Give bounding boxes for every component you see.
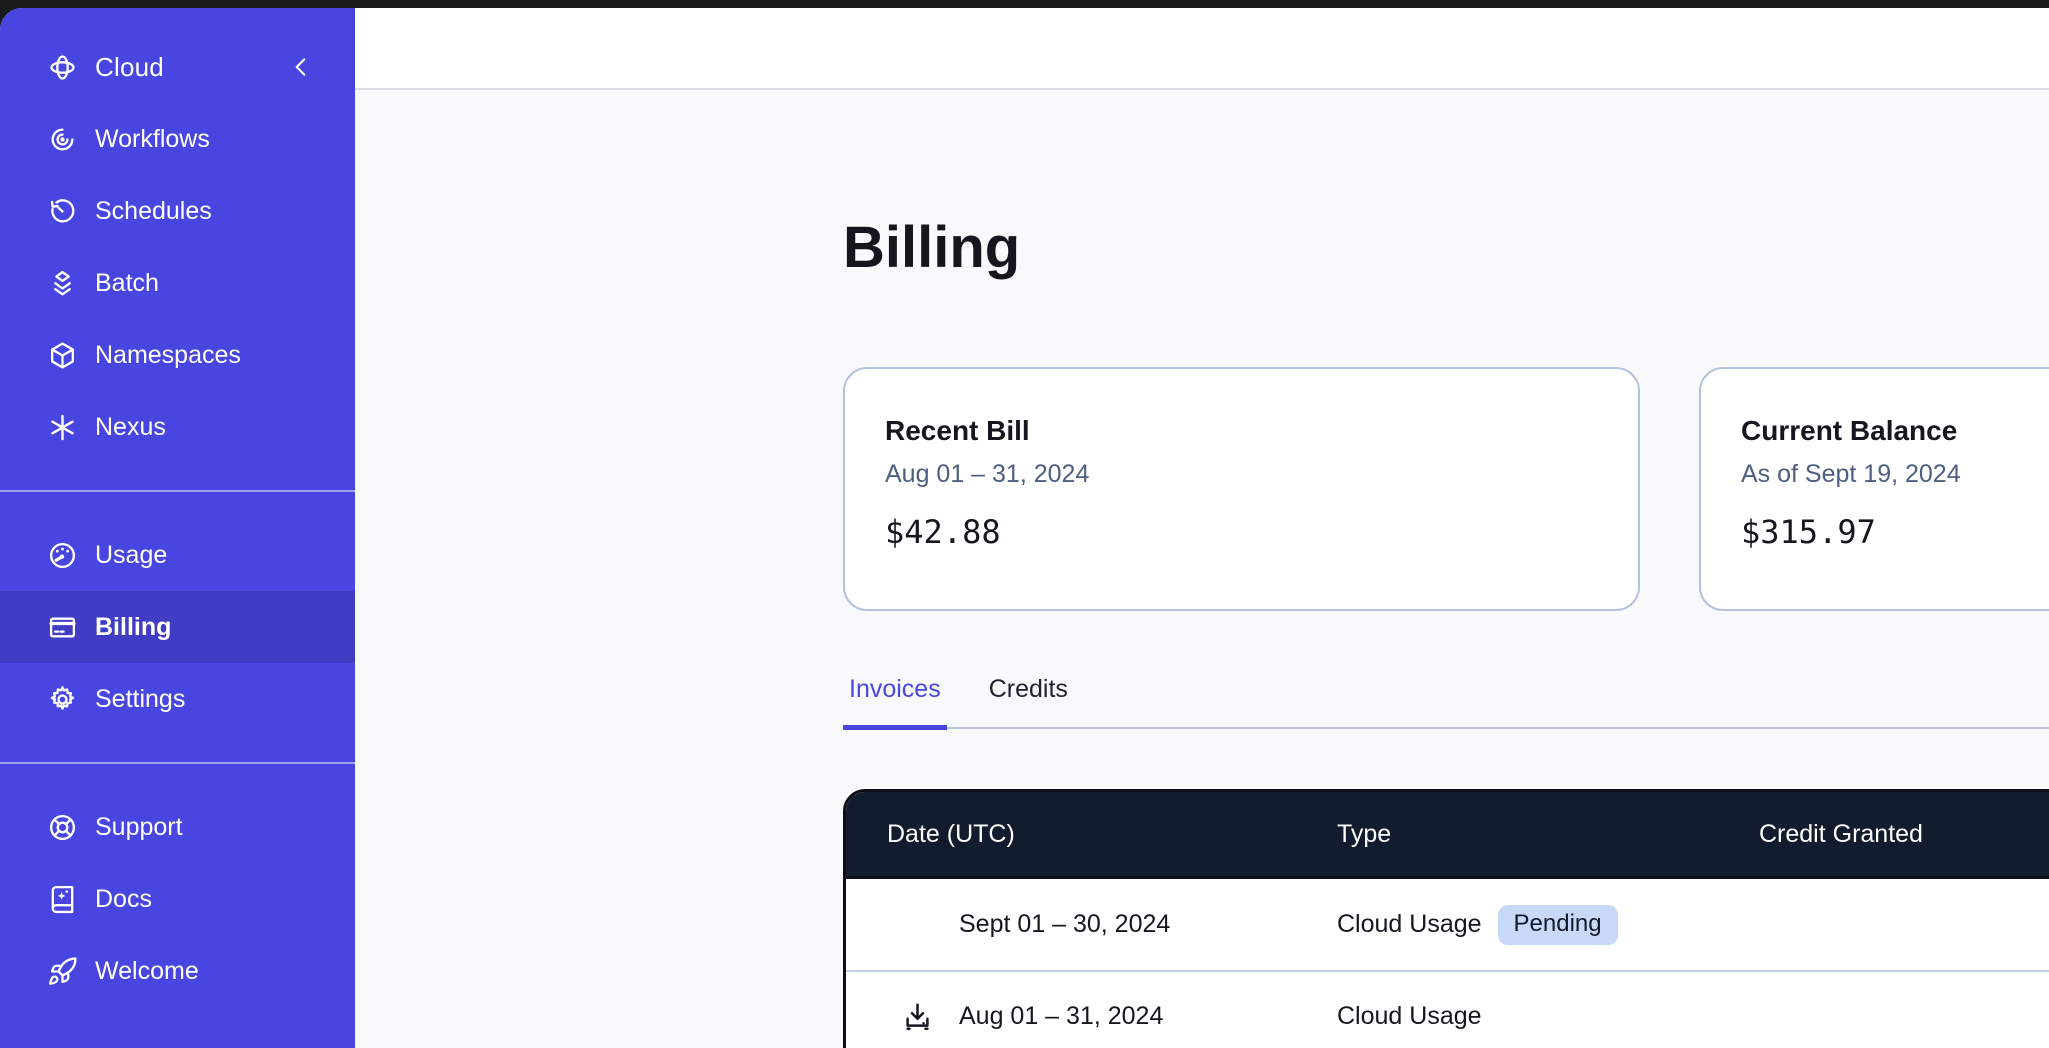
sidebar-brand[interactable]: Cloud [0,39,355,95]
sidebar-item-nexus[interactable]: Nexus [0,391,355,463]
card-amount: $315.97 [1741,513,2049,551]
download-slot [901,1000,959,1034]
card-title: Recent Bill [885,415,1598,447]
main-area: Billing Recent Bill Aug 01 – 31, 2024 $4… [355,8,2049,1048]
namespaces-icon [47,340,78,371]
tab-invoices[interactable]: Invoices [843,675,947,730]
sidebar-item-label: Settings [95,685,185,714]
invoice-date-cell: Aug 01 – 31, 2024 [846,1000,1337,1034]
sidebar-divider [0,762,355,764]
sidebar-item-settings[interactable]: Settings [0,663,355,735]
docs-icon [47,884,78,915]
sidebar-item-label: Workflows [95,125,210,154]
billing-icon [47,612,78,643]
current-balance-card: Current Balance As of Sept 19, 2024 $315… [1699,367,2049,611]
card-title: Current Balance [1741,415,2049,447]
sidebar-divider [0,490,355,492]
sidebar-item-label: Support [95,813,183,842]
column-header-type: Type [1337,820,1759,849]
page-title: Billing [843,214,2049,281]
sidebar-item-label: Billing [95,613,171,642]
download-slot-empty [901,908,959,942]
sidebar: Cloud Workflows [0,8,355,1048]
nexus-icon [47,412,78,443]
sidebar-nav-primary: Workflows Schedules [0,103,355,463]
sidebar-item-docs[interactable]: Docs [0,863,355,935]
welcome-rocket-icon [47,956,78,987]
schedules-icon [47,196,78,227]
sidebar-item-label: Namespaces [95,341,241,370]
usage-icon [47,540,78,571]
brand-label: Cloud [95,52,164,83]
invoice-type: Cloud Usage [1337,1002,1482,1031]
temporal-logo-icon [47,52,78,83]
workflows-icon [47,124,78,155]
card-period: Aug 01 – 31, 2024 [885,460,1598,489]
recent-bill-card: Recent Bill Aug 01 – 31, 2024 $42.88 [843,367,1640,611]
sidebar-item-label: Docs [95,885,152,914]
sidebar-item-label: Schedules [95,197,212,226]
download-invoice-icon[interactable] [901,1000,934,1033]
status-badge-pending: Pending [1498,905,1618,945]
settings-icon [47,684,78,715]
invoice-type: Cloud Usage [1337,910,1482,939]
sidebar-item-workflows[interactable]: Workflows [0,103,355,175]
invoice-date-cell: Sept 01 – 30, 2024 [846,908,1337,942]
invoice-date: Sept 01 – 30, 2024 [959,910,1170,939]
summary-cards: Recent Bill Aug 01 – 31, 2024 $42.88 Cur… [843,367,2049,611]
column-header-credit-granted: Credit Granted [1759,820,2049,849]
card-amount: $42.88 [885,513,1598,551]
table-row: Sept 01 – 30, 2024 Cloud Usage Pending [846,879,2049,970]
column-header-date: Date (UTC) [846,820,1337,849]
sidebar-item-support[interactable]: Support [0,791,355,863]
invoice-type-cell: Cloud Usage Pending [1337,905,1759,945]
support-icon [47,812,78,843]
app-window: Cloud Workflows [0,8,2049,1048]
sidebar-item-label: Usage [95,541,167,570]
invoice-type-cell: Cloud Usage [1337,1002,1759,1031]
sidebar-item-billing[interactable]: Billing [0,591,355,663]
sidebar-item-label: Welcome [95,957,199,986]
sidebar-item-label: Batch [95,269,159,298]
invoices-table: Date (UTC) Type Credit Granted Sept 01 –… [843,789,2049,1048]
topbar [355,8,2049,90]
sidebar-item-schedules[interactable]: Schedules [0,175,355,247]
billing-tabs: Invoices Credits [843,675,2049,729]
batch-icon [47,268,78,299]
table-row: Aug 01 – 31, 2024 Cloud Usage [846,970,2049,1048]
sidebar-nav-footer: Support Docs [0,791,355,1007]
billing-content: Billing Recent Bill Aug 01 – 31, 2024 $4… [355,90,2049,1048]
sidebar-item-label: Nexus [95,413,166,442]
table-header-row: Date (UTC) Type Credit Granted [846,792,2049,879]
tab-credits[interactable]: Credits [983,675,1074,730]
sidebar-item-welcome[interactable]: Welcome [0,935,355,1007]
sidebar-item-namespaces[interactable]: Namespaces [0,319,355,391]
chevron-left-icon[interactable] [287,53,315,81]
invoice-date: Aug 01 – 31, 2024 [959,1002,1163,1031]
sidebar-nav-account: Usage Billing [0,519,355,735]
card-as-of-date: As of Sept 19, 2024 [1741,460,2049,489]
sidebar-item-batch[interactable]: Batch [0,247,355,319]
sidebar-item-usage[interactable]: Usage [0,519,355,591]
